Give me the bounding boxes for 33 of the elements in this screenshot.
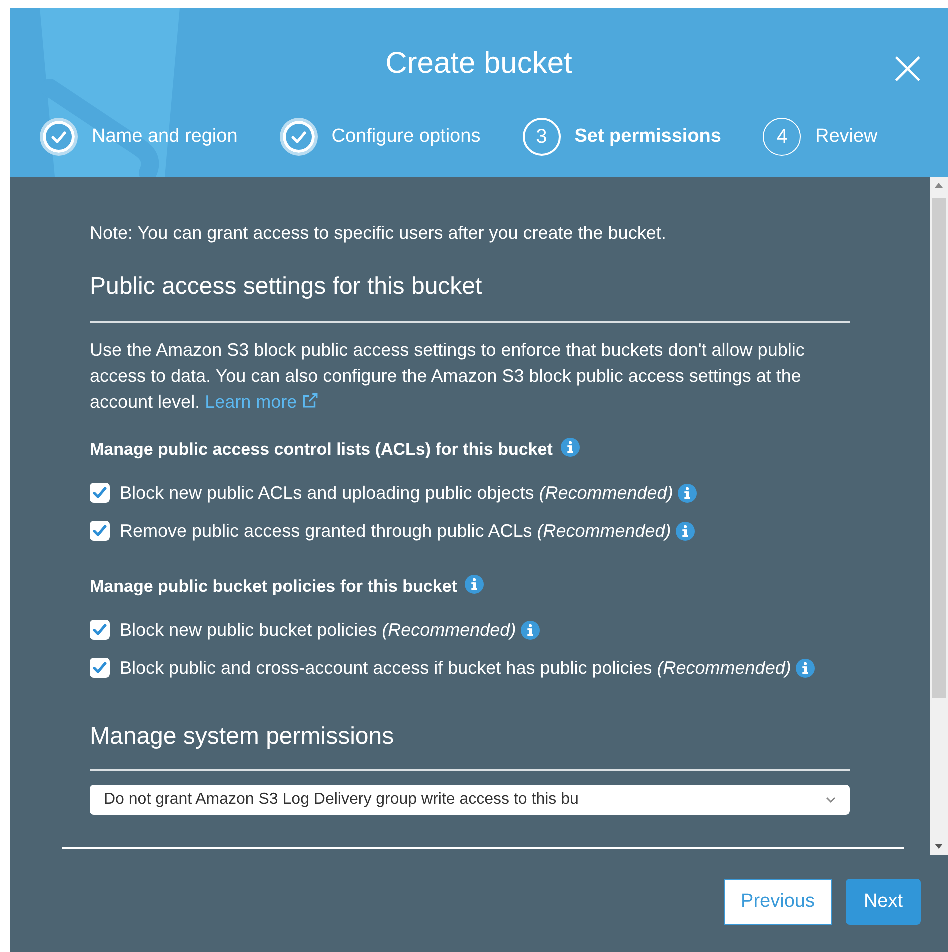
group-heading: Manage public bucket policies for this bucket (90, 576, 458, 598)
external-link-icon[interactable] (302, 392, 320, 409)
checkbox[interactable] (90, 520, 110, 541)
note-text: Note: You can grant access to specific users after you create the bucket. (90, 222, 668, 245)
group-heading: Manage public access control lists (ACLs) for this bucket (90, 439, 553, 461)
checkbox[interactable] (90, 482, 110, 502)
next-button[interactable]: Next (846, 879, 921, 925)
step-label: Configure options (332, 124, 481, 149)
section-heading: Manage system permissions (90, 719, 850, 771)
option-label: Block new public ACLs and uploading public objects (Recommended) (120, 482, 674, 502)
checkbox[interactable] (90, 658, 110, 678)
info-icon[interactable] (678, 482, 698, 506)
step-number: 4 (763, 118, 802, 156)
option-label: Block public and cross-account access if bucket has public policies (Recommended) (120, 658, 792, 678)
learn-more-link[interactable]: Learn more (205, 392, 320, 412)
dialog-title: Create bucket (386, 46, 572, 82)
info-icon[interactable] (521, 618, 540, 643)
section-heading: Public access settings for this bucket (90, 269, 850, 323)
log-delivery-dropdown[interactable]: Do not grant Amazon S3 Log Delivery group write access to this bu (90, 785, 850, 815)
checkbox[interactable] (90, 620, 110, 640)
info-icon[interactable] (676, 520, 696, 544)
scrollbar[interactable] (930, 177, 948, 855)
info-icon[interactable] (796, 657, 816, 681)
close-button[interactable]: × (888, 44, 928, 92)
step-label: Set permissions (574, 124, 722, 149)
step-label: Review (815, 124, 878, 149)
option-label: Remove public access granted through public ACLs (Recommended) (120, 520, 672, 541)
step-label: Name and region (92, 124, 238, 149)
step-number: 3 (522, 118, 561, 156)
chevron-down-icon[interactable] (826, 797, 836, 803)
option-label: Block new public bucket policies (Recommended) (120, 620, 516, 640)
description-text: Use the Amazon S3 block public access settings to enforce that buckets don't allow public access to data. You can also configure the Amazon S3 block public access settings at the account level. Learn more (90, 339, 806, 414)
previous-button[interactable]: Previous (724, 879, 832, 925)
